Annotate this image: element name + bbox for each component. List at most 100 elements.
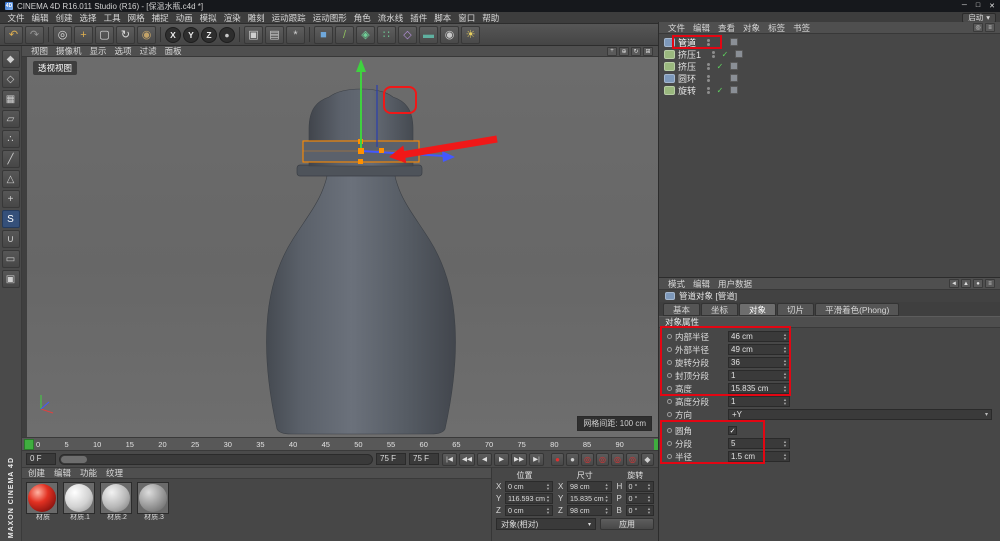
maximize-button[interactable]: □ [976,2,980,10]
record-position-button[interactable]: ◎ [581,453,594,466]
tab-slice[interactable]: 切片 [777,303,814,316]
menu-item[interactable]: 模拟 [196,13,220,23]
size-y-field[interactable]: 15.835 cm▲▼ [567,493,612,504]
object-name[interactable]: 旋转 [678,84,696,97]
workplane-icon[interactable]: ▭ [2,250,20,268]
object-manager-menu-item[interactable]: 查看 [714,22,739,34]
stepper-icon[interactable]: ▲▼ [604,483,609,489]
keyframe-dot-icon[interactable] [667,428,672,433]
rotation-h-field[interactable]: 0 °▲▼ [626,481,654,492]
property-value-field[interactable]: 15.835 cm▲▼ [728,383,790,394]
menu-item[interactable]: 插件 [407,13,431,23]
tube-handle[interactable] [358,159,363,164]
rotation-p-field[interactable]: 0 °▲▼ [626,493,654,504]
stepper-icon[interactable]: ▲▼ [646,507,651,513]
keyframe-dot-icon[interactable] [667,360,672,365]
enable-check-icon[interactable]: ✓ [716,62,724,71]
camera-button[interactable]: ◉ [440,26,459,44]
menu-item[interactable]: 脚本 [431,13,455,23]
am-forward-icon[interactable]: ▲ [961,279,971,288]
render-picture-viewer-icon[interactable]: ▤ [265,26,284,44]
keyframe-dot-icon[interactable] [667,399,672,404]
stepper-icon[interactable]: ▲▼ [782,385,787,391]
viewport-menu-item[interactable]: 面板 [161,45,186,57]
end-frame-field[interactable]: 75 F [409,453,439,465]
stepper-icon[interactable]: ▲▼ [782,398,787,404]
position-z-field[interactable]: 0 cm▲▼ [505,505,553,516]
visibility-dots[interactable] [707,63,710,70]
stepper-icon[interactable]: ▲▼ [782,440,787,446]
material-swatch[interactable]: 材质 [26,482,60,522]
record-rotation-button[interactable]: ◎ [611,453,624,466]
deformer-button[interactable]: ◇ [398,26,417,44]
rotate-tool-icon[interactable]: ↻ [116,26,135,44]
rotate-view-icon[interactable]: ↻ [631,47,641,56]
tab-phong[interactable]: 平滑着色(Phong) [815,303,899,316]
phong-tag-icon[interactable] [730,86,738,94]
gizmo-center-handle[interactable] [358,148,364,154]
keyframe-dot-icon[interactable] [667,373,672,378]
material-thumbnail[interactable] [137,482,169,514]
fillet-checkbox[interactable]: ✓ [728,426,737,435]
visibility-dots[interactable] [707,39,710,46]
prev-key-button[interactable]: ◀◀ [459,453,475,466]
last-tool-icon[interactable]: ◉ [137,26,156,44]
stepper-icon[interactable]: ▲▼ [646,495,651,501]
stepper-icon[interactable]: ▲▼ [782,359,787,365]
material-menu-item[interactable]: 功能 [80,467,97,479]
object-properties-header[interactable]: 对象属性 [659,316,1000,328]
edges-mode-icon[interactable]: ╱ [2,150,20,168]
viewport-solo-icon[interactable]: S [2,210,20,228]
goto-start-button[interactable]: |◀ [442,453,457,466]
undo-icon[interactable]: ↶ [4,26,23,44]
close-button[interactable]: ✕ [989,2,995,10]
material-menu-item[interactable]: 编辑 [54,467,71,479]
play-button[interactable]: ▶ [494,453,509,466]
enable-snap-icon[interactable]: ∪ [2,230,20,248]
om-filter-icon[interactable]: ≡ [985,23,995,32]
menu-item[interactable]: 创建 [52,13,76,23]
material-swatch[interactable]: 材质.2 [100,482,134,522]
move-tool-icon[interactable]: + [74,26,93,44]
object-manager-menu-item[interactable]: 对象 [739,22,764,34]
y-axis-gizmo-head[interactable] [356,59,366,72]
keyframe-dot-icon[interactable] [667,334,672,339]
minimize-button[interactable]: ─ [962,2,967,10]
menu-item[interactable]: 角色 [350,13,374,23]
points-mode-icon[interactable]: ∴ [2,130,20,148]
x-axis-lock-button[interactable]: X [165,27,181,43]
timeline-slider-handle[interactable] [61,456,87,463]
coordinate-system-button[interactable]: ● [219,27,235,43]
property-value-field[interactable]: 1.5 cm▲▼ [728,451,790,462]
menu-item[interactable]: 窗口 [455,13,479,23]
apply-button[interactable]: 应用 [600,518,654,530]
viewport-menu-item[interactable]: 选项 [111,45,136,57]
orientation-select[interactable]: +Y▾ [728,409,992,420]
menu-item[interactable]: 流水线 [374,13,407,23]
material-swatch[interactable]: 材质.3 [137,482,171,522]
texture-mode-icon[interactable]: ▦ [2,90,20,108]
stepper-icon[interactable]: ▲▼ [604,495,609,501]
object-row-extrude[interactable]: 挤压 ✓ [659,60,1000,72]
object-manager-menu-item[interactable]: 标签 [764,22,789,34]
material-name[interactable]: 材质.1 [63,514,97,522]
floor-button[interactable]: ▬ [419,26,438,44]
redo-icon[interactable]: ↷ [25,26,44,44]
attribute-menu-item[interactable]: 编辑 [689,278,714,290]
stepper-icon[interactable]: ▲▼ [782,333,787,339]
material-swatch[interactable]: 材质.1 [63,482,97,522]
material-name[interactable]: 材质.2 [100,514,134,522]
phong-tag-icon[interactable] [730,62,738,70]
material-menu-item[interactable]: 创建 [28,467,45,479]
object-row-extrude1[interactable]: 挤压1 ✓ [659,48,1000,60]
prev-frame-button[interactable]: ◀ [477,453,492,466]
goto-end-button[interactable]: ▶| [529,453,544,466]
render-settings-icon[interactable]: * [286,26,305,44]
subdivision-surface-button[interactable]: ◈ [356,26,375,44]
record-parameter-button[interactable]: ◎ [626,453,639,466]
perspective-viewport[interactable]: 透视视图 网格间距: 100 cm [27,57,658,437]
material-thumbnail[interactable] [100,482,132,514]
current-frame-field[interactable]: 0 F [26,453,56,465]
workplane-mode-icon[interactable]: ▱ [2,110,20,128]
menu-item[interactable]: 选择 [76,13,100,23]
